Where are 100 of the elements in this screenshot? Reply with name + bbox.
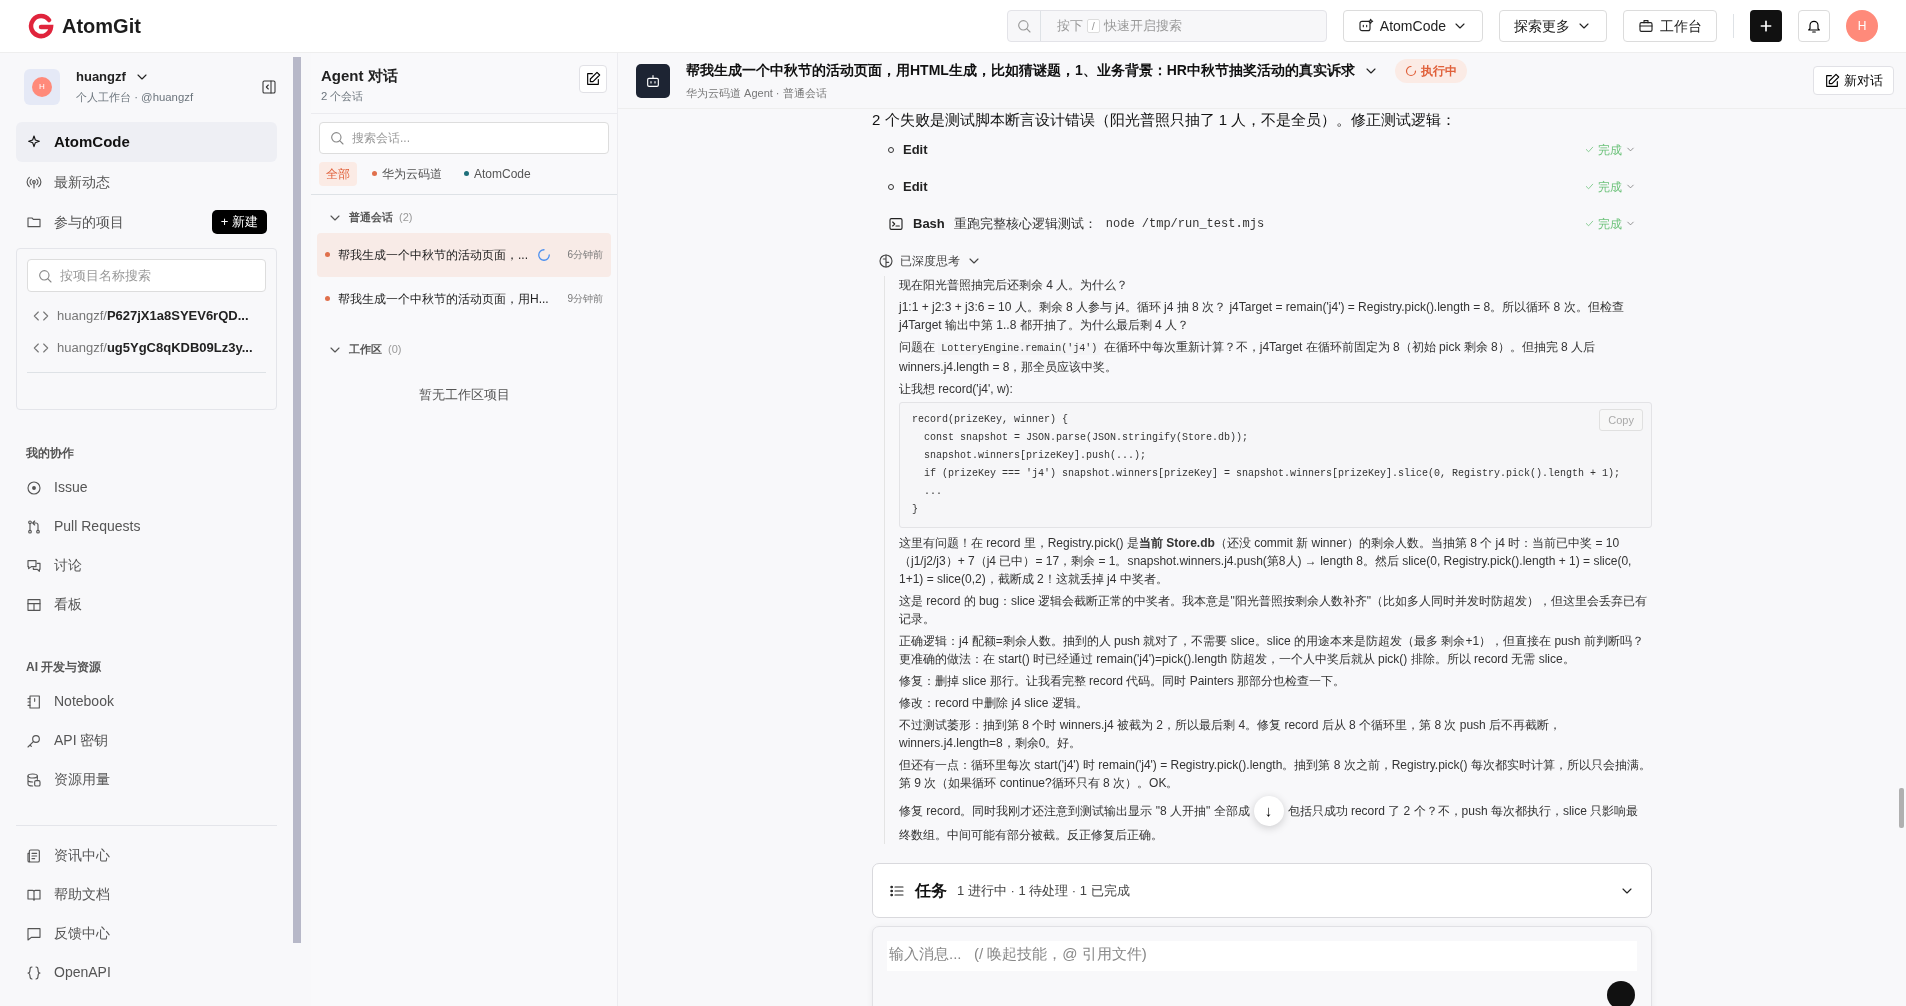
chat-title: 帮我生成一个中秋节的活动页面，用HTML生成，比如猜谜题，1、业务背景：HR中秋节抽奖活动的真实诉求 bbox=[686, 61, 1355, 81]
thinking-toggle[interactable]: 已深度思考 bbox=[878, 252, 1652, 270]
nav-item[interactable]: Pull Requests bbox=[16, 507, 277, 546]
newspaper-icon bbox=[26, 847, 42, 864]
conversation-item[interactable]: 帮我生成一个中秋节的活动页面，... 6分钟前 bbox=[317, 232, 611, 277]
check-icon bbox=[1584, 181, 1595, 192]
nav-item[interactable]: API 密钥 bbox=[16, 721, 277, 760]
filter-tab[interactable]: 华为云码道 bbox=[365, 161, 449, 186]
edit-icon bbox=[585, 71, 601, 87]
message-text: 2 个失败是测试脚本断言设计错误（阳光普照只抽了 1 人，不是全员）。修正测试逻辑： bbox=[872, 110, 1458, 130]
plus-icon bbox=[1758, 18, 1774, 34]
code-line: snapshot.winners[prizeKey].push(...); bbox=[923, 450, 1147, 461]
section-toggle[interactable]: 工作区 (0) bbox=[311, 334, 617, 365]
bot-sparkle-icon bbox=[1357, 18, 1374, 34]
code-line: record(prizeKey, winner) { bbox=[912, 414, 1069, 425]
terminal-icon bbox=[888, 215, 904, 232]
issue-icon bbox=[26, 479, 42, 496]
tool-name: Bash bbox=[913, 214, 945, 233]
section-toggle[interactable]: 普通会话 (2) bbox=[311, 202, 617, 233]
key-icon bbox=[26, 732, 42, 749]
empty-message: 暂无工作区项目 bbox=[417, 385, 511, 404]
project-link[interactable]: huangzf/P627jX1a8SYEV6rQD... bbox=[27, 300, 266, 332]
thinking-text: 但还有一点：循环里每次 start('j4') 时 remain('j4') = Registry.pick().length。抽到第 8 次之前，Registry.pick() 每次都实时计算，所以只会抽满。第 9 次（如果循环 continue?循环只有 8 次）。OK。 bbox=[899, 757, 1652, 792]
collapse-panel-icon bbox=[261, 79, 277, 96]
tasks-summary: 1 进行中 · 1 待处理 · 1 已完成 bbox=[957, 881, 1130, 900]
thinking-text: 现在阳光普照抽完后还剩余 4 人。为什么？ bbox=[899, 277, 1130, 294]
new-project-button[interactable]: + 新建 bbox=[211, 210, 267, 234]
scrollbar-thumb[interactable] bbox=[293, 57, 301, 944]
spinner-icon bbox=[537, 248, 552, 263]
message-icon bbox=[26, 925, 42, 942]
tasks-title: 任务 bbox=[915, 880, 947, 901]
project-link[interactable]: huangzf/ug5YgC8qKDB09Lz3y... bbox=[27, 332, 266, 364]
tool-name: Edit bbox=[903, 177, 928, 196]
search-icon bbox=[1015, 18, 1032, 34]
check-icon bbox=[1584, 218, 1595, 229]
new-chat-button[interactable] bbox=[579, 65, 607, 93]
edit-icon bbox=[1824, 72, 1840, 89]
message-input[interactable]: 输入消息... (/ 唤起技能，@ 引用文件) bbox=[887, 941, 1637, 971]
scroll-down-button[interactable]: ↓ bbox=[1253, 796, 1284, 826]
thinking-text: 包括只成功 record 了 2 个？不，push 每次都执行，slice 只影响最 bbox=[1287, 803, 1639, 820]
thinking-text: 终数组。中间可能有部分被截。反正修复后正确。 bbox=[899, 828, 1163, 842]
filter-tab[interactable]: AtomCode bbox=[457, 161, 538, 186]
nav-item[interactable]: 资源用量 bbox=[16, 760, 277, 799]
thinking-text: 这里有问题！在 record 里，Registry.pick() 是当前 Store.db（还没 commit 新 winner）的剩余人数。当抽第 8 个 j4 时：当前已中奖 = 10（j1/j2/j3）+ 7（j4 已中）= 17，剩余 = 1。snapshot.winners.j4.push(第8人) → length 8。然后 slice(0, Registry.pick().length + 1) = slice(0, 1+1) = slice(0,2)，截断成 2！这就丢掉 j4 中奖者。 bbox=[899, 535, 1633, 588]
chat-search-field[interactable]: 搜索会话... bbox=[319, 121, 609, 154]
thinking-text: 修复 record。同时我刚才还注意到测试输出显示 "8 人开抽" 全部成 bbox=[899, 803, 1250, 820]
thinking-text: 问题在 LotteryEngine.remain('j4') 在循环中每次重新计算？不，j4Target 在循环前固定为 8（初始 pick 剩余 8）。但抽完 8 人后 winners.j4.length = 8，那全员应该中奖。 bbox=[899, 339, 1597, 376]
chat-bubbles-icon bbox=[26, 557, 42, 574]
command-text: node /tmp/run_test.mjs bbox=[1105, 215, 1265, 233]
bot-icon bbox=[645, 72, 661, 89]
nav-item[interactable]: AtomCode bbox=[16, 122, 277, 162]
product-button[interactable]: AtomCode bbox=[1342, 10, 1483, 42]
nav-item[interactable]: 反馈中心 bbox=[16, 914, 277, 953]
code-line: if (prizeKey === 'j4') snapshot.winners[prizeKey] = snapshot.winners[prizeKey].slice(0, Registry.pick().length + 1); bbox=[923, 468, 1621, 479]
scrollbar-thumb[interactable] bbox=[1899, 788, 1904, 828]
nav-item[interactable]: OpenAPI bbox=[16, 953, 277, 992]
logo-text: AtomGit bbox=[62, 14, 141, 39]
thinking-text: 让我想 record('j4', w): bbox=[899, 381, 1014, 398]
user-subtitle: 个人工作台 · @huangzf bbox=[76, 90, 194, 103]
briefcase-icon bbox=[1638, 18, 1654, 34]
nav-item[interactable]: Notebook bbox=[16, 682, 277, 721]
project-search-field[interactable]: 按项目名称搜索 bbox=[27, 259, 266, 292]
notifications-button[interactable] bbox=[1798, 10, 1830, 42]
nav-item[interactable]: 最新动态 bbox=[16, 162, 277, 202]
braces-icon bbox=[26, 964, 42, 981]
thinking-text: j1:1 + j2:3 + j3:6 = 10 人。剩余 8 人参与 j4。循环 j4 抽 8 次？ j4Target = remain('j4') = Registry.pick().length = 8。所以循环 8 次。但检查 j4Target 输出中第 1..8 都开抽了。为什么最后剩 4 人？ bbox=[899, 299, 1625, 334]
broadcast-icon bbox=[26, 174, 42, 190]
table-icon bbox=[26, 596, 42, 613]
section-heading: AI 开发与资源 bbox=[26, 659, 103, 676]
folder-icon bbox=[26, 214, 42, 230]
user-name[interactable]: huangzf bbox=[76, 67, 126, 87]
code-line: } bbox=[912, 504, 918, 515]
nav-item[interactable]: 讨论 bbox=[16, 546, 277, 585]
nav-item[interactable]: 看板 bbox=[16, 585, 277, 624]
pull-request-icon bbox=[26, 518, 42, 535]
sparkle-icon bbox=[26, 134, 42, 150]
logo-icon bbox=[28, 13, 54, 39]
notebook-icon bbox=[26, 693, 42, 710]
nav-item[interactable]: 资讯中心 bbox=[16, 836, 277, 875]
code-line: const snapshot = JSON.parse(JSON.stringify(Store.db)); bbox=[923, 432, 1249, 443]
spinner-icon bbox=[1404, 64, 1417, 77]
conversation-item[interactable]: 帮我生成一个中秋节的活动页面，用H... 9分钟前 bbox=[317, 276, 611, 321]
thinking-text: 正确逻辑：j4 配额=剩余人数。抽到的人 push 就对了，不需要 slice。slice 的用途本来是防超发（最多 剩余+1），但直接在 push 前判断吗？更准确的做法：在 start() 时已经通过 remain('j4')=pick().length 防超发，一个人中奖后就从 pick() 排除。所以 record 无需 slice。 bbox=[899, 633, 1645, 668]
code-icon bbox=[33, 340, 49, 356]
create-button[interactable] bbox=[1750, 10, 1782, 42]
check-icon bbox=[1584, 144, 1595, 155]
session-count: 2 个会话 bbox=[321, 88, 365, 104]
nav-item[interactable]: Issue bbox=[16, 468, 277, 507]
thinking-text: 修改：record 中删除 j4 slice 逻辑。 bbox=[899, 695, 1089, 712]
tool-name: Edit bbox=[903, 140, 928, 159]
section-heading: 我的协作 bbox=[26, 445, 75, 462]
tasks-panel[interactable]: 任务 1 进行中 · 1 待处理 · 1 已完成 bbox=[872, 863, 1652, 918]
workspace-button[interactable]: 工作台 bbox=[1623, 10, 1717, 42]
nav-item[interactable]: 帮助文档 bbox=[16, 875, 277, 914]
bell-icon bbox=[1806, 18, 1822, 34]
brain-icon bbox=[878, 253, 894, 269]
nav-item[interactable]: 参与的项目 + 新建 bbox=[16, 202, 277, 242]
new-chat-button[interactable]: 新对话 bbox=[1813, 65, 1894, 96]
explore-button[interactable]: 探索更多 bbox=[1499, 10, 1607, 42]
send-button[interactable] bbox=[1607, 981, 1635, 1006]
